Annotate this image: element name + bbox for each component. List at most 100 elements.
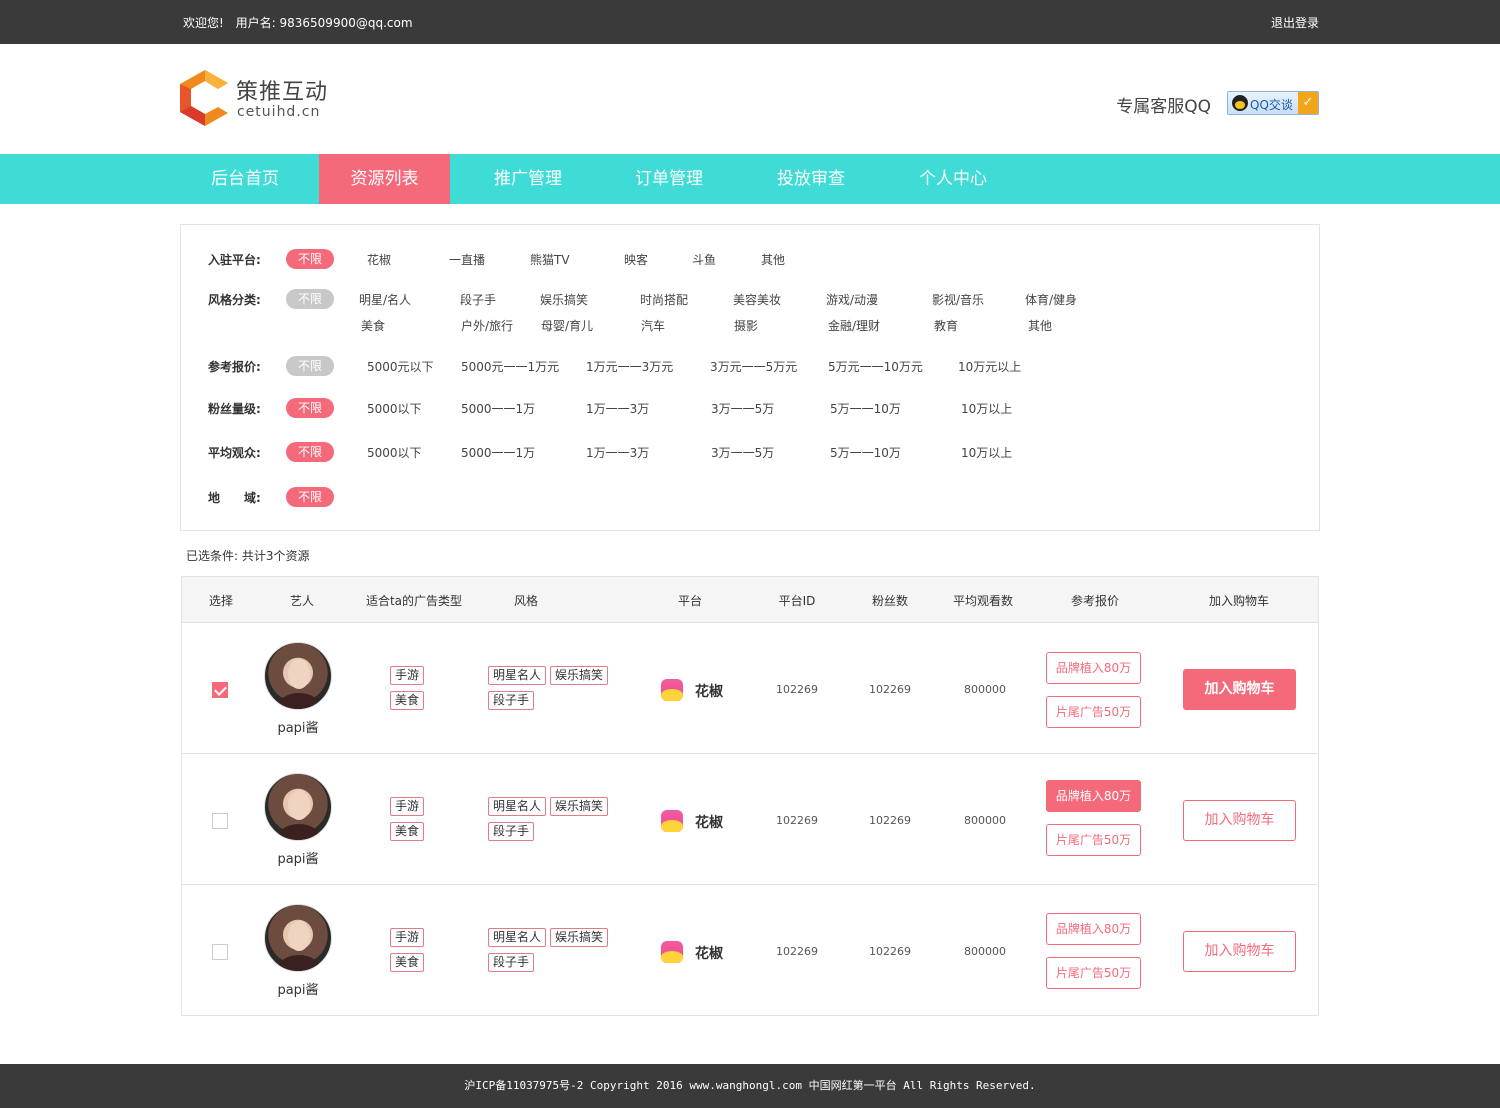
avg-views: 800000: [964, 945, 1006, 958]
nav-item-profile[interactable]: 个人中心: [888, 154, 1018, 204]
nav-item-home[interactable]: 后台首页: [180, 154, 310, 204]
filter-option[interactable]: 母婴/育儿: [541, 317, 593, 334]
top-bar: 欢迎您! 用户名: 9836509900@qq.com 退出登录: [0, 0, 1500, 44]
filter-option[interactable]: 段子手: [460, 291, 496, 308]
filter-option[interactable]: 5万元一一10万元: [828, 358, 923, 375]
filter-option[interactable]: 5000以下: [367, 400, 422, 417]
filter-fans-all[interactable]: 不限: [286, 398, 334, 418]
add-to-cart-button[interactable]: 加入购物车: [1183, 931, 1296, 972]
add-to-cart-button[interactable]: 加入购物车: [1183, 669, 1296, 710]
filter-option[interactable]: 娱乐搞笑: [540, 291, 588, 308]
price-option-brand[interactable]: 品牌植入80万: [1046, 652, 1141, 684]
filter-option[interactable]: 5万一一10万: [830, 400, 901, 417]
filter-option[interactable]: 映客: [624, 251, 648, 268]
filter-option[interactable]: 5000一一1万: [461, 444, 535, 461]
filter-option[interactable]: 其他: [1028, 317, 1052, 334]
price-option-brand[interactable]: 品牌植入80万: [1046, 780, 1141, 812]
filter-price-all[interactable]: 不限: [286, 356, 334, 376]
ad-type-tag: 手游: [390, 928, 425, 947]
huajiao-logo-icon: [661, 679, 683, 701]
platform-name: 花椒: [695, 684, 723, 700]
add-to-cart-button[interactable]: 加入购物车: [1183, 800, 1296, 841]
row-checkbox[interactable]: [212, 944, 228, 960]
filter-viewers-all[interactable]: 不限: [286, 442, 334, 462]
filter-option[interactable]: 金融/理财: [828, 317, 880, 334]
filter-option[interactable]: 影视/音乐: [932, 291, 984, 308]
qq-chat-button[interactable]: QQ交谈 ✓: [1227, 91, 1319, 115]
style-tag: 段子手: [488, 822, 535, 841]
col-header-cart: 加入购物车: [1208, 594, 1270, 608]
platform-id: 102269: [776, 945, 818, 958]
filter-option[interactable]: 教育: [934, 317, 958, 334]
filter-option[interactable]: 5000一一1万: [461, 400, 535, 417]
filter-option[interactable]: 明星/名人: [359, 291, 411, 308]
filter-option[interactable]: 游戏/动漫: [826, 291, 878, 308]
filter-option[interactable]: 美食: [361, 317, 385, 334]
filter-option[interactable]: 花椒: [367, 251, 391, 268]
col-header-artist: 艺人: [289, 594, 315, 608]
style-tag: 明星名人: [488, 797, 547, 816]
filter-option[interactable]: 10万以上: [961, 444, 1012, 461]
nav-item-resources[interactable]: 资源列表: [319, 154, 450, 204]
filter-region-all[interactable]: 不限: [286, 487, 334, 507]
qq-penguin-icon: [1232, 95, 1248, 111]
col-header-ad-type: 适合ta的广告类型: [365, 594, 463, 608]
avatar: [264, 773, 332, 841]
row-checkbox[interactable]: [212, 813, 228, 829]
filter-option[interactable]: 10万以上: [961, 400, 1012, 417]
filter-option[interactable]: 一直播: [449, 251, 485, 268]
filter-option[interactable]: 5000元以下: [367, 358, 434, 375]
filter-option[interactable]: 斗鱼: [692, 251, 716, 268]
style-tag: 明星名人: [488, 928, 547, 947]
price-option-ending[interactable]: 片尾广告50万: [1046, 957, 1141, 989]
price-option-brand[interactable]: 品牌植入80万: [1046, 913, 1141, 945]
filter-option[interactable]: 10万元以上: [958, 358, 1021, 375]
nav-item-promotion[interactable]: 推广管理: [463, 154, 593, 204]
filter-option[interactable]: 户外/旅行: [461, 317, 513, 334]
col-header-platform: 平台: [677, 594, 703, 608]
price-option-ending[interactable]: 片尾广告50万: [1046, 824, 1141, 856]
col-header-fans: 粉丝数: [871, 594, 909, 608]
huajiao-logo-icon: [661, 941, 683, 963]
platform-name: 花椒: [695, 946, 723, 962]
nav-item-review[interactable]: 投放审查: [746, 154, 876, 204]
filter-option[interactable]: 5万一一10万: [830, 444, 901, 461]
style-tag: 明星名人: [488, 666, 547, 685]
table-row: papi酱 手游 美食 明星名人 娱乐搞笑 段子手 花椒 102269 1022…: [182, 885, 1318, 1016]
artist-name: papi酱: [277, 983, 319, 998]
logo[interactable]: 策推互动 cetuihd.cn: [180, 70, 340, 130]
filter-option[interactable]: 熊猫TV: [530, 251, 570, 268]
avg-views: 800000: [964, 683, 1006, 696]
filter-option[interactable]: 5000元一一1万元: [461, 358, 559, 375]
filter-option[interactable]: 5000以下: [367, 444, 422, 461]
filter-option[interactable]: 其他: [761, 251, 785, 268]
selected-conditions: 已选条件: 共计3个资源: [186, 549, 310, 563]
style-tag: 段子手: [488, 953, 535, 972]
filter-option[interactable]: 3万元一一5万元: [710, 358, 797, 375]
filter-option[interactable]: 体育/健身: [1025, 291, 1077, 308]
logout-link[interactable]: 退出登录: [1271, 14, 1319, 31]
ad-type-tag: 美食: [390, 822, 425, 841]
fans-count: 102269: [869, 945, 911, 958]
price-option-ending[interactable]: 片尾广告50万: [1046, 696, 1141, 728]
filter-style-all[interactable]: 不限: [286, 289, 334, 309]
filter-option[interactable]: 3万一一5万: [711, 400, 774, 417]
platform-name: 花椒: [695, 815, 723, 831]
username-label: 用户名: 9836509900@qq.com: [235, 16, 413, 30]
style-tag: 娱乐搞笑: [550, 797, 609, 816]
nav-item-orders[interactable]: 订单管理: [604, 154, 734, 204]
filter-option[interactable]: 1万一一3万: [586, 400, 649, 417]
filter-option[interactable]: 1万元一一3万元: [586, 358, 673, 375]
filter-option[interactable]: 1万一一3万: [586, 444, 649, 461]
filter-option[interactable]: 汽车: [641, 317, 665, 334]
results-table: 选择 艺人 适合ta的广告类型 风格 平台 平台ID 粉丝数 平均观看数 参考报…: [181, 576, 1319, 1016]
filter-option[interactable]: 时尚搭配: [640, 291, 688, 308]
filter-option[interactable]: 3万一一5万: [711, 444, 774, 461]
row-checkbox[interactable]: [212, 682, 228, 698]
filter-option[interactable]: 美容美妆: [733, 291, 781, 308]
filter-platform-all[interactable]: 不限: [286, 249, 334, 269]
filter-option[interactable]: 摄影: [734, 317, 758, 334]
ad-type-tag: 美食: [390, 691, 425, 710]
filter-label-fans: 粉丝量级:: [208, 402, 261, 416]
welcome-text: 欢迎您! 用户名: 9836509900@qq.com: [183, 14, 421, 31]
